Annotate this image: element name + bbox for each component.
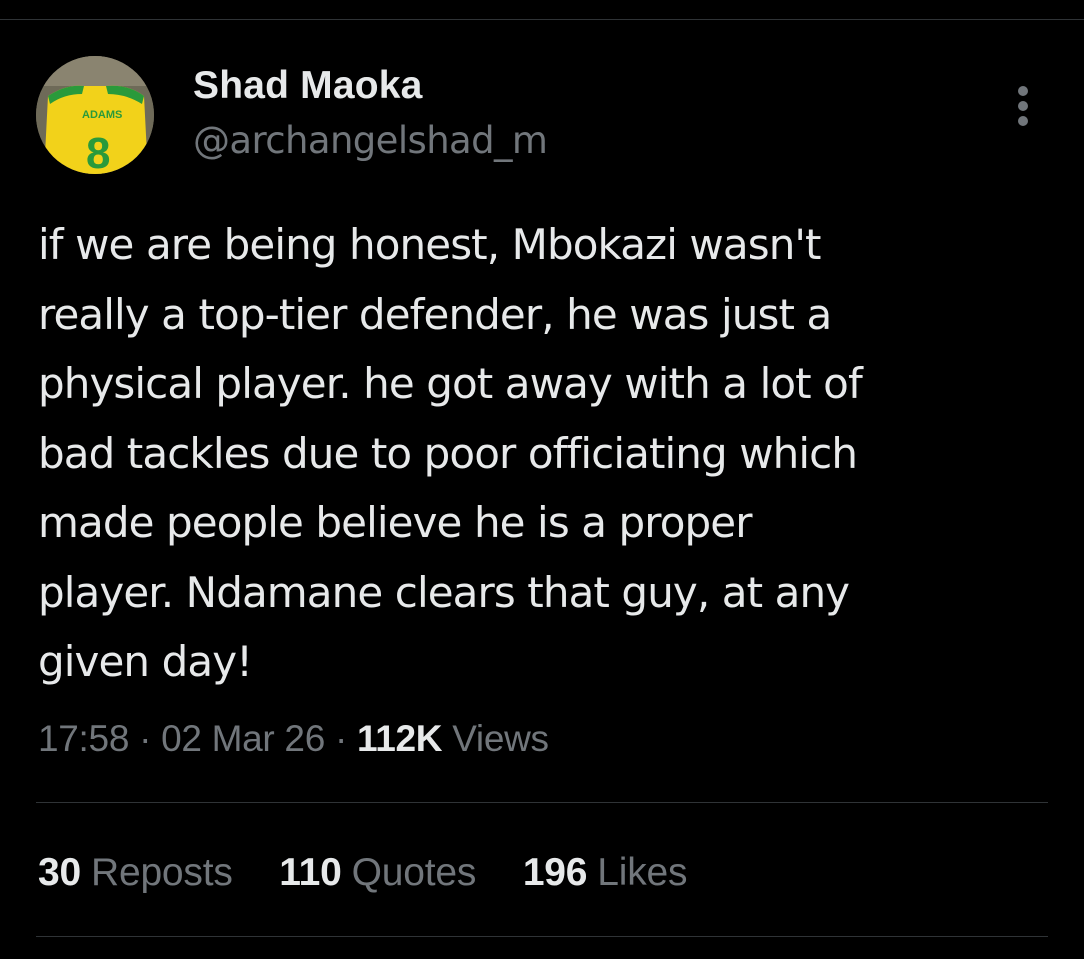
avatar[interactable]: ADAMS 8	[36, 56, 154, 174]
meta-separator: ·	[334, 718, 347, 759]
views-label: Views	[452, 718, 549, 759]
avatar-shirt-name: ADAMS	[82, 109, 122, 121]
more-dot	[1018, 116, 1028, 126]
meta-separator: ·	[139, 718, 152, 759]
tweet-time[interactable]: 17:58	[38, 718, 129, 759]
views-count[interactable]: 112K	[357, 718, 443, 759]
avatar-shirt-number: 8	[86, 129, 110, 174]
likes-count: 196	[522, 851, 588, 894]
author-handle[interactable]: @archangelshad_m	[193, 119, 548, 162]
reposts-stat[interactable]: 30 Reposts	[38, 851, 233, 895]
engagement-stats: 30 Reposts 110 Quotes 196 Likes	[38, 851, 723, 895]
meta-divider	[36, 802, 1048, 803]
reposts-count: 30	[38, 851, 81, 894]
quotes-stat[interactable]: 110 Quotes	[279, 851, 476, 895]
tweet-meta: 17:58 · 02 Mar 26 · 112K Views	[38, 718, 549, 760]
likes-label: Likes	[597, 851, 688, 894]
author-display-name[interactable]: Shad Maoka	[193, 64, 423, 108]
reposts-label: Reposts	[90, 851, 233, 894]
tweet-date[interactable]: 02 Mar 26	[161, 718, 325, 759]
avatar-image: ADAMS 8	[36, 56, 154, 174]
likes-stat[interactable]: 196 Likes	[523, 851, 688, 895]
more-dot	[1018, 86, 1028, 96]
top-divider	[0, 19, 1084, 20]
tweet-text: if we are being honest, Mbokazi wasn't r…	[38, 220, 863, 686]
more-vertical-icon[interactable]	[1008, 84, 1038, 128]
stats-divider	[36, 936, 1048, 937]
quotes-count: 110	[279, 851, 342, 894]
quotes-label: Quotes	[351, 851, 477, 894]
more-dot	[1018, 101, 1028, 111]
